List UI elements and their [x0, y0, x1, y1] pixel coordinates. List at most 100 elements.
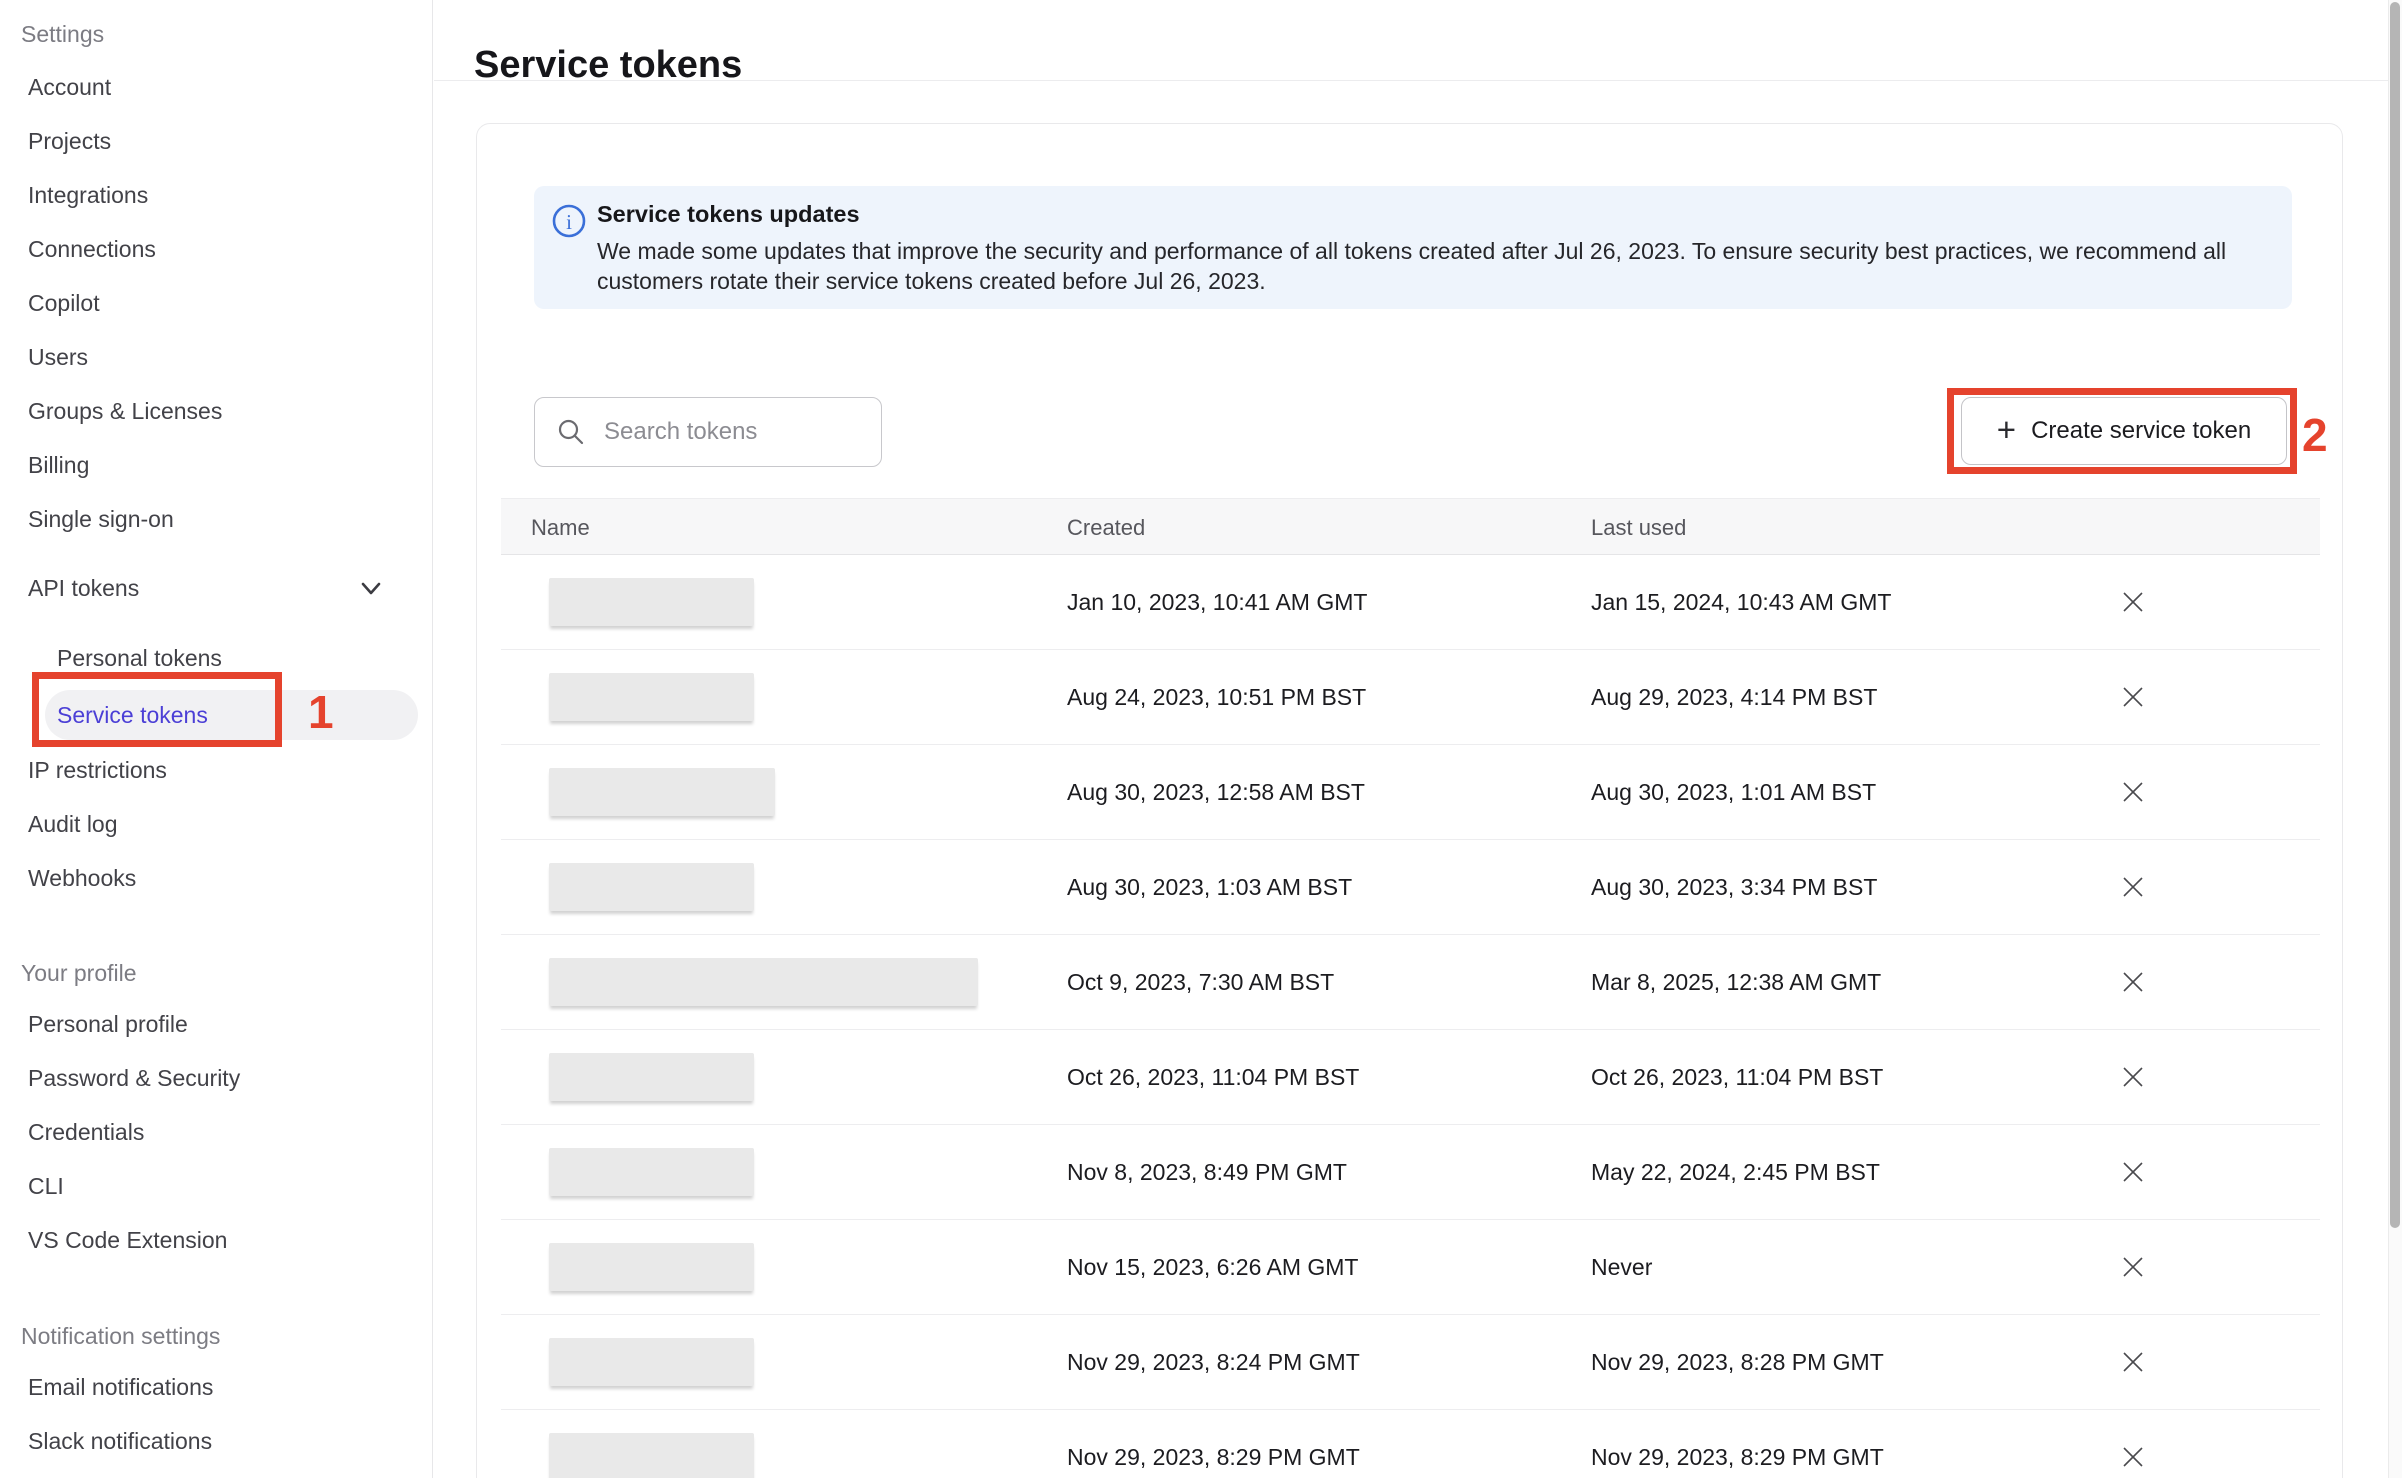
token-name-placeholder	[549, 1148, 754, 1196]
token-last-used: Aug 30, 2023, 3:34 PM BST	[1591, 840, 1877, 934]
sidebar-item-api-tokens[interactable]: API tokens	[0, 561, 432, 615]
sidebar-section-settings: Settings	[0, 14, 432, 54]
table-row: Nov 15, 2023, 6:26 AM GMT Never	[501, 1220, 2320, 1315]
sidebar-item-projects[interactable]: Projects	[0, 114, 432, 168]
scrollbar-thumb[interactable]	[2390, 2, 2400, 1228]
token-created: Nov 29, 2023, 8:29 PM GMT	[1067, 1410, 1360, 1478]
token-name-placeholder	[549, 1433, 754, 1478]
close-x-icon[interactable]	[2113, 962, 2153, 1002]
table-row: Aug 30, 2023, 12:58 AM BST Aug 30, 2023,…	[501, 745, 2320, 840]
sidebar-item-personal-profile[interactable]: Personal profile	[0, 997, 432, 1051]
token-last-used: Aug 30, 2023, 1:01 AM BST	[1591, 745, 1876, 839]
token-last-used: Aug 29, 2023, 4:14 PM BST	[1591, 650, 1877, 744]
close-x-icon[interactable]	[2113, 1437, 2153, 1477]
token-last-used: Never	[1591, 1220, 1652, 1314]
close-x-icon[interactable]	[2113, 1247, 2153, 1287]
token-created: Nov 29, 2023, 8:24 PM GMT	[1067, 1315, 1360, 1409]
banner-body: We made some updates that improve the se…	[597, 236, 2257, 296]
service-tokens-label: Service tokens	[57, 702, 208, 728]
sidebar-item-email-notifications[interactable]: Email notifications	[0, 1360, 432, 1414]
token-name-placeholder	[549, 1243, 754, 1291]
sidebar-item-cli[interactable]: CLI	[0, 1159, 432, 1213]
sidebar-item-connections[interactable]: Connections	[0, 222, 432, 276]
sidebar: Settings Account Projects Integrations C…	[0, 0, 433, 1478]
sidebar-section-your-profile: Your profile	[0, 953, 432, 993]
token-name-placeholder	[549, 958, 978, 1006]
sidebar-section-notification-settings: Notification settings	[0, 1316, 432, 1356]
info-banner: i Service tokens updates We made some up…	[534, 186, 2292, 309]
token-name-placeholder	[549, 1053, 754, 1101]
sidebar-item-ip-restrictions[interactable]: IP restrictions	[0, 743, 432, 797]
token-name-placeholder	[549, 673, 754, 721]
token-name-placeholder	[549, 1338, 754, 1386]
create-service-token-button[interactable]: + Create service token	[1961, 397, 2287, 465]
column-header-last-used: Last used	[1591, 499, 1686, 556]
close-x-icon[interactable]	[2113, 772, 2153, 812]
token-last-used: Nov 29, 2023, 8:28 PM GMT	[1591, 1315, 1884, 1409]
sidebar-item-vs-code-extension[interactable]: VS Code Extension	[0, 1213, 432, 1267]
table-row: Nov 29, 2023, 8:24 PM GMT Nov 29, 2023, …	[501, 1315, 2320, 1410]
sidebar-item-users[interactable]: Users	[0, 330, 432, 384]
api-tokens-label: API tokens	[28, 561, 139, 615]
table-row: Nov 29, 2023, 8:29 PM GMT Nov 29, 2023, …	[501, 1410, 2320, 1478]
token-created: Oct 9, 2023, 7:30 AM BST	[1067, 935, 1334, 1029]
close-x-icon[interactable]	[2113, 677, 2153, 717]
token-last-used: Nov 29, 2023, 8:29 PM GMT	[1591, 1410, 1884, 1478]
table-row: Aug 30, 2023, 1:03 AM BST Aug 30, 2023, …	[501, 840, 2320, 935]
title-divider	[434, 80, 2388, 81]
svg-text:i: i	[566, 210, 572, 234]
close-x-icon[interactable]	[2113, 1342, 2153, 1382]
column-header-name: Name	[531, 499, 590, 556]
info-circle-icon: i	[551, 203, 587, 239]
search-icon	[555, 416, 587, 448]
sidebar-item-audit-log[interactable]: Audit log	[0, 797, 432, 851]
sidebar-item-slack-notifications[interactable]: Slack notifications	[0, 1414, 432, 1468]
sidebar-item-billing[interactable]: Billing	[0, 438, 432, 492]
token-created: Jan 10, 2023, 10:41 AM GMT	[1067, 555, 1367, 649]
sidebar-item-account[interactable]: Account	[0, 60, 432, 114]
close-x-icon[interactable]	[2113, 582, 2153, 622]
token-name-placeholder	[549, 863, 754, 911]
sidebar-item-webhooks[interactable]: Webhooks	[0, 851, 432, 905]
token-name-placeholder	[549, 578, 754, 626]
token-table-body: Jan 10, 2023, 10:41 AM GMT Jan 15, 2024,…	[501, 555, 2320, 1478]
chevron-down-icon	[358, 575, 384, 601]
sidebar-item-integrations[interactable]: Integrations	[0, 168, 432, 222]
token-last-used: Mar 8, 2025, 12:38 AM GMT	[1591, 935, 1881, 1029]
token-created: Nov 8, 2023, 8:49 PM GMT	[1067, 1125, 1347, 1219]
page: Settings Account Projects Integrations C…	[0, 0, 2402, 1478]
create-service-token-label: Create service token	[2031, 417, 2251, 445]
plus-icon: +	[1997, 413, 2016, 446]
sidebar-item-copilot[interactable]: Copilot	[0, 276, 432, 330]
close-x-icon[interactable]	[2113, 1152, 2153, 1192]
sidebar-item-single-sign-on[interactable]: Single sign-on	[0, 492, 432, 546]
column-header-created: Created	[1067, 499, 1145, 556]
token-created: Aug 24, 2023, 10:51 PM BST	[1067, 650, 1366, 744]
banner-title: Service tokens updates	[597, 201, 860, 228]
token-name-placeholder	[549, 768, 775, 816]
token-last-used: May 22, 2024, 2:45 PM BST	[1591, 1125, 1880, 1219]
table-row: Nov 8, 2023, 8:49 PM GMT May 22, 2024, 2…	[501, 1125, 2320, 1220]
sidebar-item-service-tokens[interactable]: Service tokens	[45, 690, 418, 740]
search-input[interactable]	[602, 417, 856, 447]
sidebar-item-password-security[interactable]: Password & Security	[0, 1051, 432, 1105]
token-created: Nov 15, 2023, 6:26 AM GMT	[1067, 1220, 1358, 1314]
close-x-icon[interactable]	[2113, 1057, 2153, 1097]
token-created: Aug 30, 2023, 12:58 AM BST	[1067, 745, 1365, 839]
search-box	[534, 397, 882, 467]
sidebar-item-groups-licenses[interactable]: Groups & Licenses	[0, 384, 432, 438]
sidebar-item-credentials[interactable]: Credentials	[0, 1105, 432, 1159]
table-header: Name Created Last used	[501, 498, 2320, 555]
sidebar-item-personal-tokens[interactable]: Personal tokens	[0, 631, 432, 685]
scrollbar-track	[2388, 0, 2402, 1478]
table-row: Oct 26, 2023, 11:04 PM BST Oct 26, 2023,…	[501, 1030, 2320, 1125]
token-created: Oct 26, 2023, 11:04 PM BST	[1067, 1030, 1359, 1124]
table-row: Aug 24, 2023, 10:51 PM BST Aug 29, 2023,…	[501, 650, 2320, 745]
token-last-used: Oct 26, 2023, 11:04 PM BST	[1591, 1030, 1883, 1124]
token-created: Aug 30, 2023, 1:03 AM BST	[1067, 840, 1352, 934]
service-tokens-card: i Service tokens updates We made some up…	[476, 123, 2343, 1478]
table-row: Jan 10, 2023, 10:41 AM GMT Jan 15, 2024,…	[501, 555, 2320, 650]
close-x-icon[interactable]	[2113, 867, 2153, 907]
table-row: Oct 9, 2023, 7:30 AM BST Mar 8, 2025, 12…	[501, 935, 2320, 1030]
token-last-used: Jan 15, 2024, 10:43 AM GMT	[1591, 555, 1891, 649]
